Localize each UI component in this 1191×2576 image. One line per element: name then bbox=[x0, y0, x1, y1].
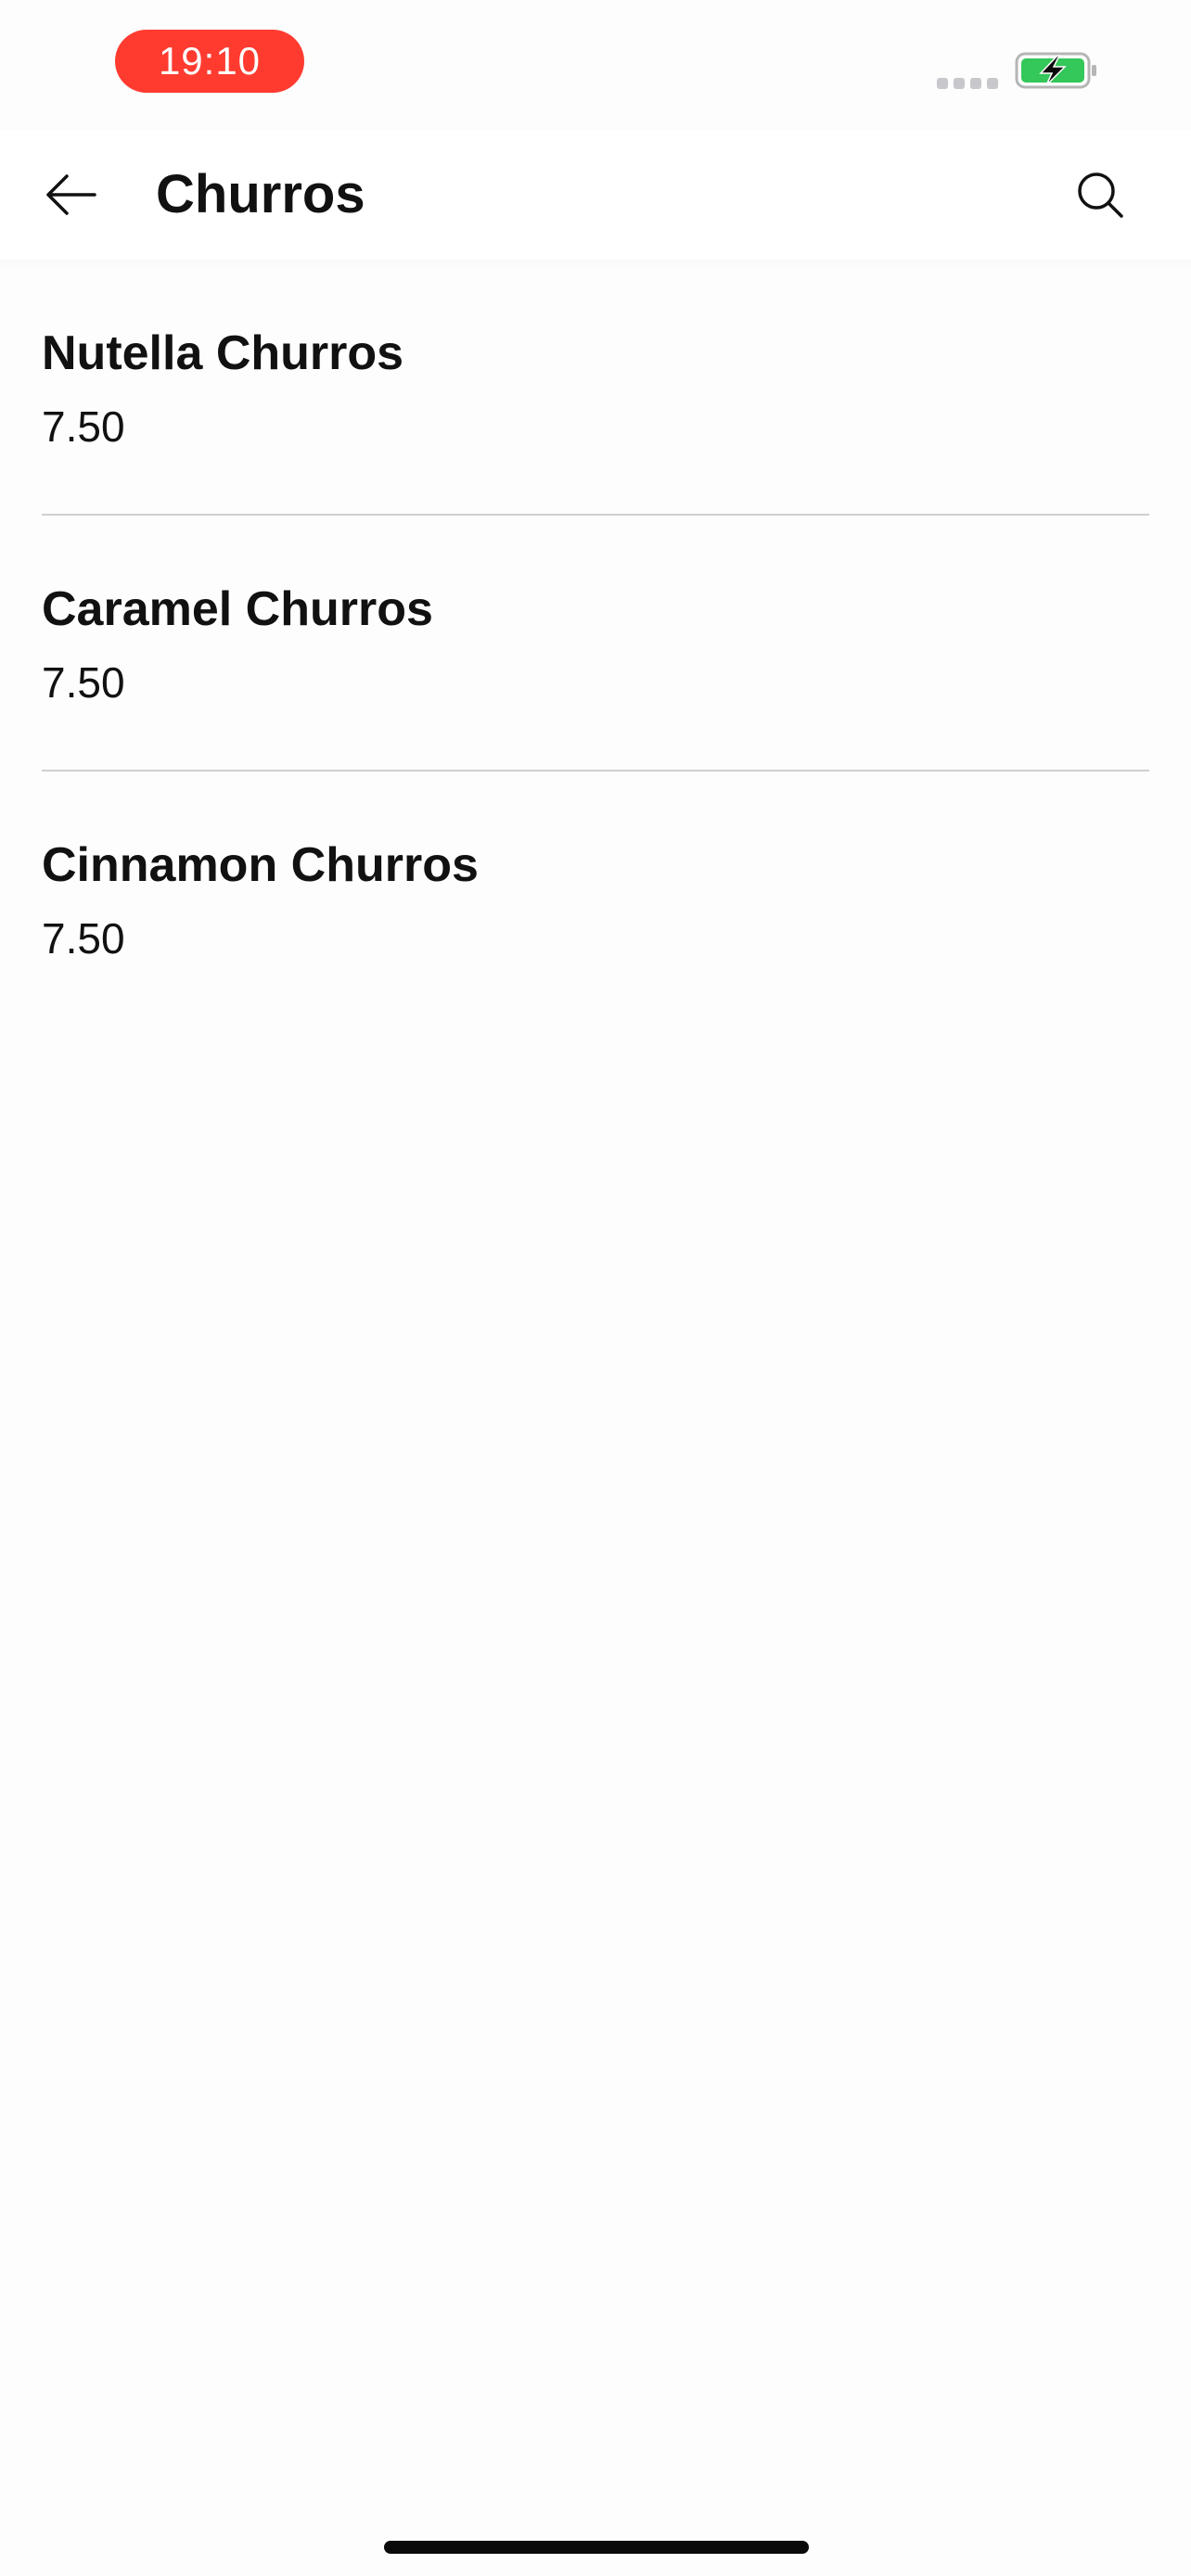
back-button[interactable] bbox=[33, 158, 108, 232]
status-bar: 19:10 bbox=[0, 0, 1191, 130]
menu-list: Nutella Churros 7.50 Caramel Churros 7.5… bbox=[0, 260, 1191, 1027]
app-header: Churros bbox=[0, 130, 1191, 260]
search-button[interactable] bbox=[1063, 158, 1137, 232]
item-price: 7.50 bbox=[42, 658, 125, 707]
search-icon bbox=[1078, 172, 1123, 218]
menu-item-cinnamon-churros[interactable]: Cinnamon Churros 7.50 bbox=[0, 772, 1191, 1027]
home-indicator[interactable] bbox=[384, 2541, 809, 2554]
item-name: Caramel Churros bbox=[42, 582, 433, 636]
status-time: 19:10 bbox=[115, 30, 304, 93]
menu-item-nutella-churros[interactable]: Nutella Churros 7.50 bbox=[0, 260, 1191, 516]
item-price: 7.50 bbox=[42, 914, 125, 963]
menu-item-caramel-churros[interactable]: Caramel Churros 7.50 bbox=[0, 516, 1191, 772]
screen: 19:10 Churros Nutella Churros 7.50 Caram… bbox=[0, 0, 1191, 2576]
item-price: 7.50 bbox=[42, 402, 125, 451]
item-name: Cinnamon Churros bbox=[42, 838, 479, 892]
page-title: Churros bbox=[156, 164, 365, 224]
arrow-left-icon bbox=[46, 174, 96, 215]
battery-charging-icon bbox=[1015, 52, 1096, 89]
signal-dots-icon bbox=[937, 78, 998, 89]
item-name: Nutella Churros bbox=[42, 326, 404, 380]
